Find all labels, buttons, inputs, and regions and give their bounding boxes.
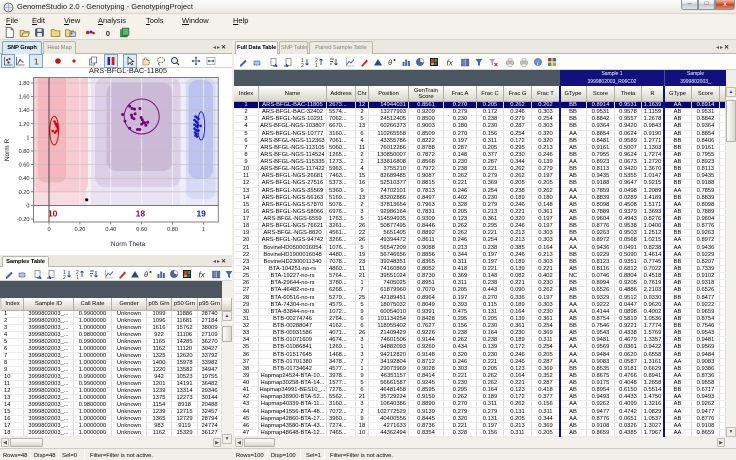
svg-text:1: 1 [34,58,39,67]
svg-text:10: 10 [48,209,58,219]
svg-text:0.40: 0.40 [19,176,30,182]
svg-text:19: 19 [196,209,206,219]
svg-text:0.60: 0.60 [19,163,30,169]
svg-text:0.20: 0.20 [74,227,85,233]
svg-text:fx: fx [447,59,454,68]
svg-text:1: 1 [315,63,318,67]
svg-text:ARS-BFGL-BAC-11805: ARS-BFGL-BAC-11805 [89,68,167,75]
svg-text:0: 0 [106,29,110,38]
svg-text:1: 1 [26,135,29,141]
svg-text:18: 18 [136,209,146,219]
svg-text:1.20: 1.20 [19,122,30,128]
svg-text:1: 1 [76,275,79,279]
svg-text:-0.20: -0.20 [17,217,30,223]
svg-text:1: 1 [202,227,205,233]
svg-text:0.80: 0.80 [19,149,30,155]
svg-text:θ: θ [388,58,392,67]
svg-text:Norm R: Norm R [4,139,11,162]
svg-text:fx: fx [199,271,206,280]
svg-text:1.80: 1.80 [19,81,30,87]
svg-text:0.20: 0.20 [19,190,30,196]
svg-text:1.60: 1.60 [19,95,30,101]
svg-text:0.60: 0.60 [136,227,147,233]
svg-text:0: 0 [47,227,50,233]
svg-text:Norm Theta: Norm Theta [111,241,146,248]
svg-text:θ: θ [144,270,148,279]
svg-text:1.40: 1.40 [19,108,30,114]
svg-text:2: 2 [63,275,66,279]
svg-text:0.40: 0.40 [105,227,116,233]
svg-text:0.80: 0.80 [167,227,178,233]
svg-text:2: 2 [301,63,304,67]
svg-text:0: 0 [26,203,29,209]
